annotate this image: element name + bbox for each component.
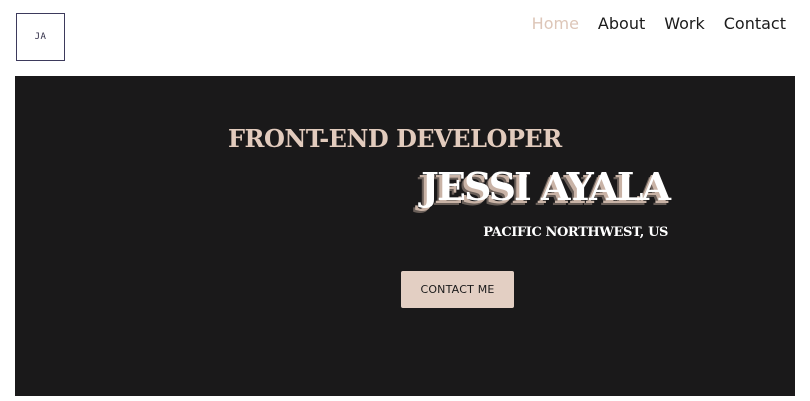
hero-location: PACIFIC NORTHWEST, US [483,225,668,240]
contact-me-button[interactable]: CONTACT ME [401,271,514,308]
site-header: JA Home About Work Contact [0,0,810,76]
nav-link-home[interactable]: Home [532,13,579,35]
hero-name: JESSI AYALA [421,164,671,209]
hero-section: FRONT-END DEVELOPER JESSI AYALA PACIFIC … [15,76,795,396]
nav-link-about[interactable]: About [598,13,645,35]
hero-subtitle: FRONT-END DEVELOPER [228,124,562,153]
main-nav: Home About Work Contact [532,13,786,35]
nav-link-contact[interactable]: Contact [724,13,786,35]
logo-text: JA [34,32,47,42]
nav-link-work[interactable]: Work [664,13,705,35]
logo[interactable]: JA [16,13,65,61]
